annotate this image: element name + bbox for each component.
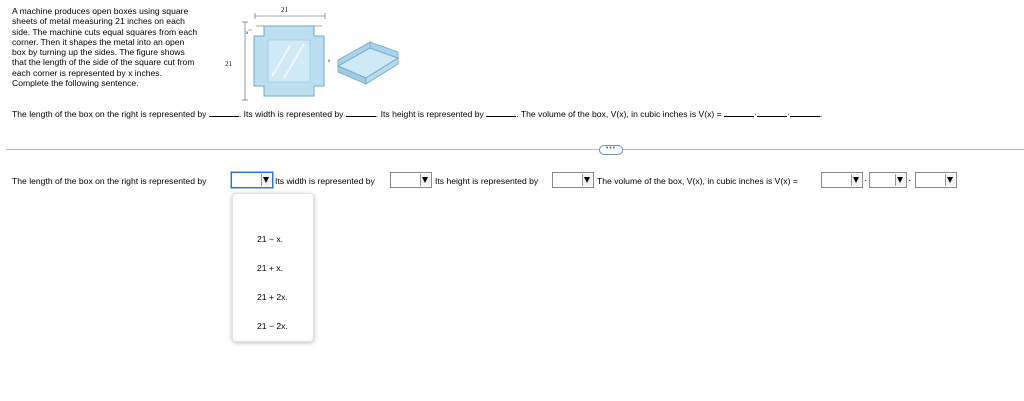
chevron-down-icon bbox=[582, 174, 592, 186]
question-part-length: The length of the box on the right is re… bbox=[12, 109, 207, 119]
chevron-down-icon bbox=[895, 174, 905, 186]
problem-statement: A machine produces open boxes using squa… bbox=[12, 6, 226, 88]
chevron-down-icon bbox=[420, 174, 430, 186]
problem-line: sheets of metal measuring 21 inches on e… bbox=[12, 16, 185, 27]
width-dropdown[interactable] bbox=[390, 172, 432, 188]
option-21-plus-2x[interactable]: 21 + 2x. bbox=[257, 292, 288, 302]
height-dropdown[interactable] bbox=[552, 172, 594, 188]
chevron-down-icon bbox=[261, 174, 271, 186]
volume-label: The volume of the box, V(x), in cubic in… bbox=[597, 176, 798, 186]
dropdown-menu: 21 − x. 21 + x. 21 + 2x. 21 − 2x. bbox=[232, 193, 314, 342]
blank-length bbox=[208, 108, 239, 117]
volume-dropdown-3[interactable] bbox=[915, 172, 957, 188]
problem-line: that the length of the side of the squar… bbox=[12, 57, 195, 68]
height-label: Its height is represented by bbox=[435, 176, 539, 186]
chevron-down-icon bbox=[945, 174, 955, 186]
box-figure: 21 21 x x bbox=[225, 6, 400, 101]
blank-volume-1 bbox=[724, 108, 755, 117]
option-21-minus-x[interactable]: 21 − x. bbox=[257, 234, 283, 244]
multiply-dot: · bbox=[908, 175, 912, 186]
question-part-volume: . The volume of the box, V(x), in cubic … bbox=[516, 109, 722, 119]
volume-dropdown-1[interactable] bbox=[821, 172, 863, 188]
question-part-height: . Its height is represented by bbox=[375, 109, 484, 119]
corner-x-label: x bbox=[245, 31, 249, 36]
blank-volume-3 bbox=[789, 108, 820, 117]
width-label: Its width is represented by bbox=[275, 176, 375, 186]
length-label: The length of the box on the right is re… bbox=[12, 176, 207, 186]
problem-line: box by turning up the sides. The figure … bbox=[12, 47, 185, 58]
box-height-label: x bbox=[327, 59, 331, 64]
problem-line: each corner is represented by x inches. bbox=[12, 67, 162, 78]
chevron-down-icon bbox=[851, 174, 861, 186]
multiply-dot: · bbox=[864, 175, 868, 186]
length-dropdown[interactable] bbox=[231, 172, 273, 188]
sentence-end: . bbox=[819, 109, 823, 119]
left-dimension-label: 21 bbox=[225, 60, 233, 68]
problem-line: side. The machine cuts equal squares fro… bbox=[12, 26, 198, 37]
problem-line: corner. Then it shapes the metal into an… bbox=[12, 36, 185, 47]
volume-dropdown-2[interactable] bbox=[869, 172, 907, 188]
option-21-minus-2x[interactable]: 21 − 2x. bbox=[257, 321, 288, 331]
section-divider bbox=[6, 149, 1024, 150]
problem-line: A machine produces open boxes using squa… bbox=[12, 6, 189, 16]
question-sentence: The length of the box on the right is re… bbox=[12, 108, 822, 119]
question-part-width: . Its width is represented by bbox=[238, 109, 344, 119]
problem-line: Complete the following sentence. bbox=[12, 78, 139, 89]
blank-width bbox=[345, 108, 376, 117]
show-more-button[interactable]: ••• bbox=[599, 145, 623, 155]
blank-volume-2 bbox=[756, 108, 787, 117]
top-dimension-label: 21 bbox=[281, 6, 289, 14]
option-21-plus-x[interactable]: 21 + x. bbox=[257, 263, 283, 273]
blank-height bbox=[486, 108, 517, 117]
